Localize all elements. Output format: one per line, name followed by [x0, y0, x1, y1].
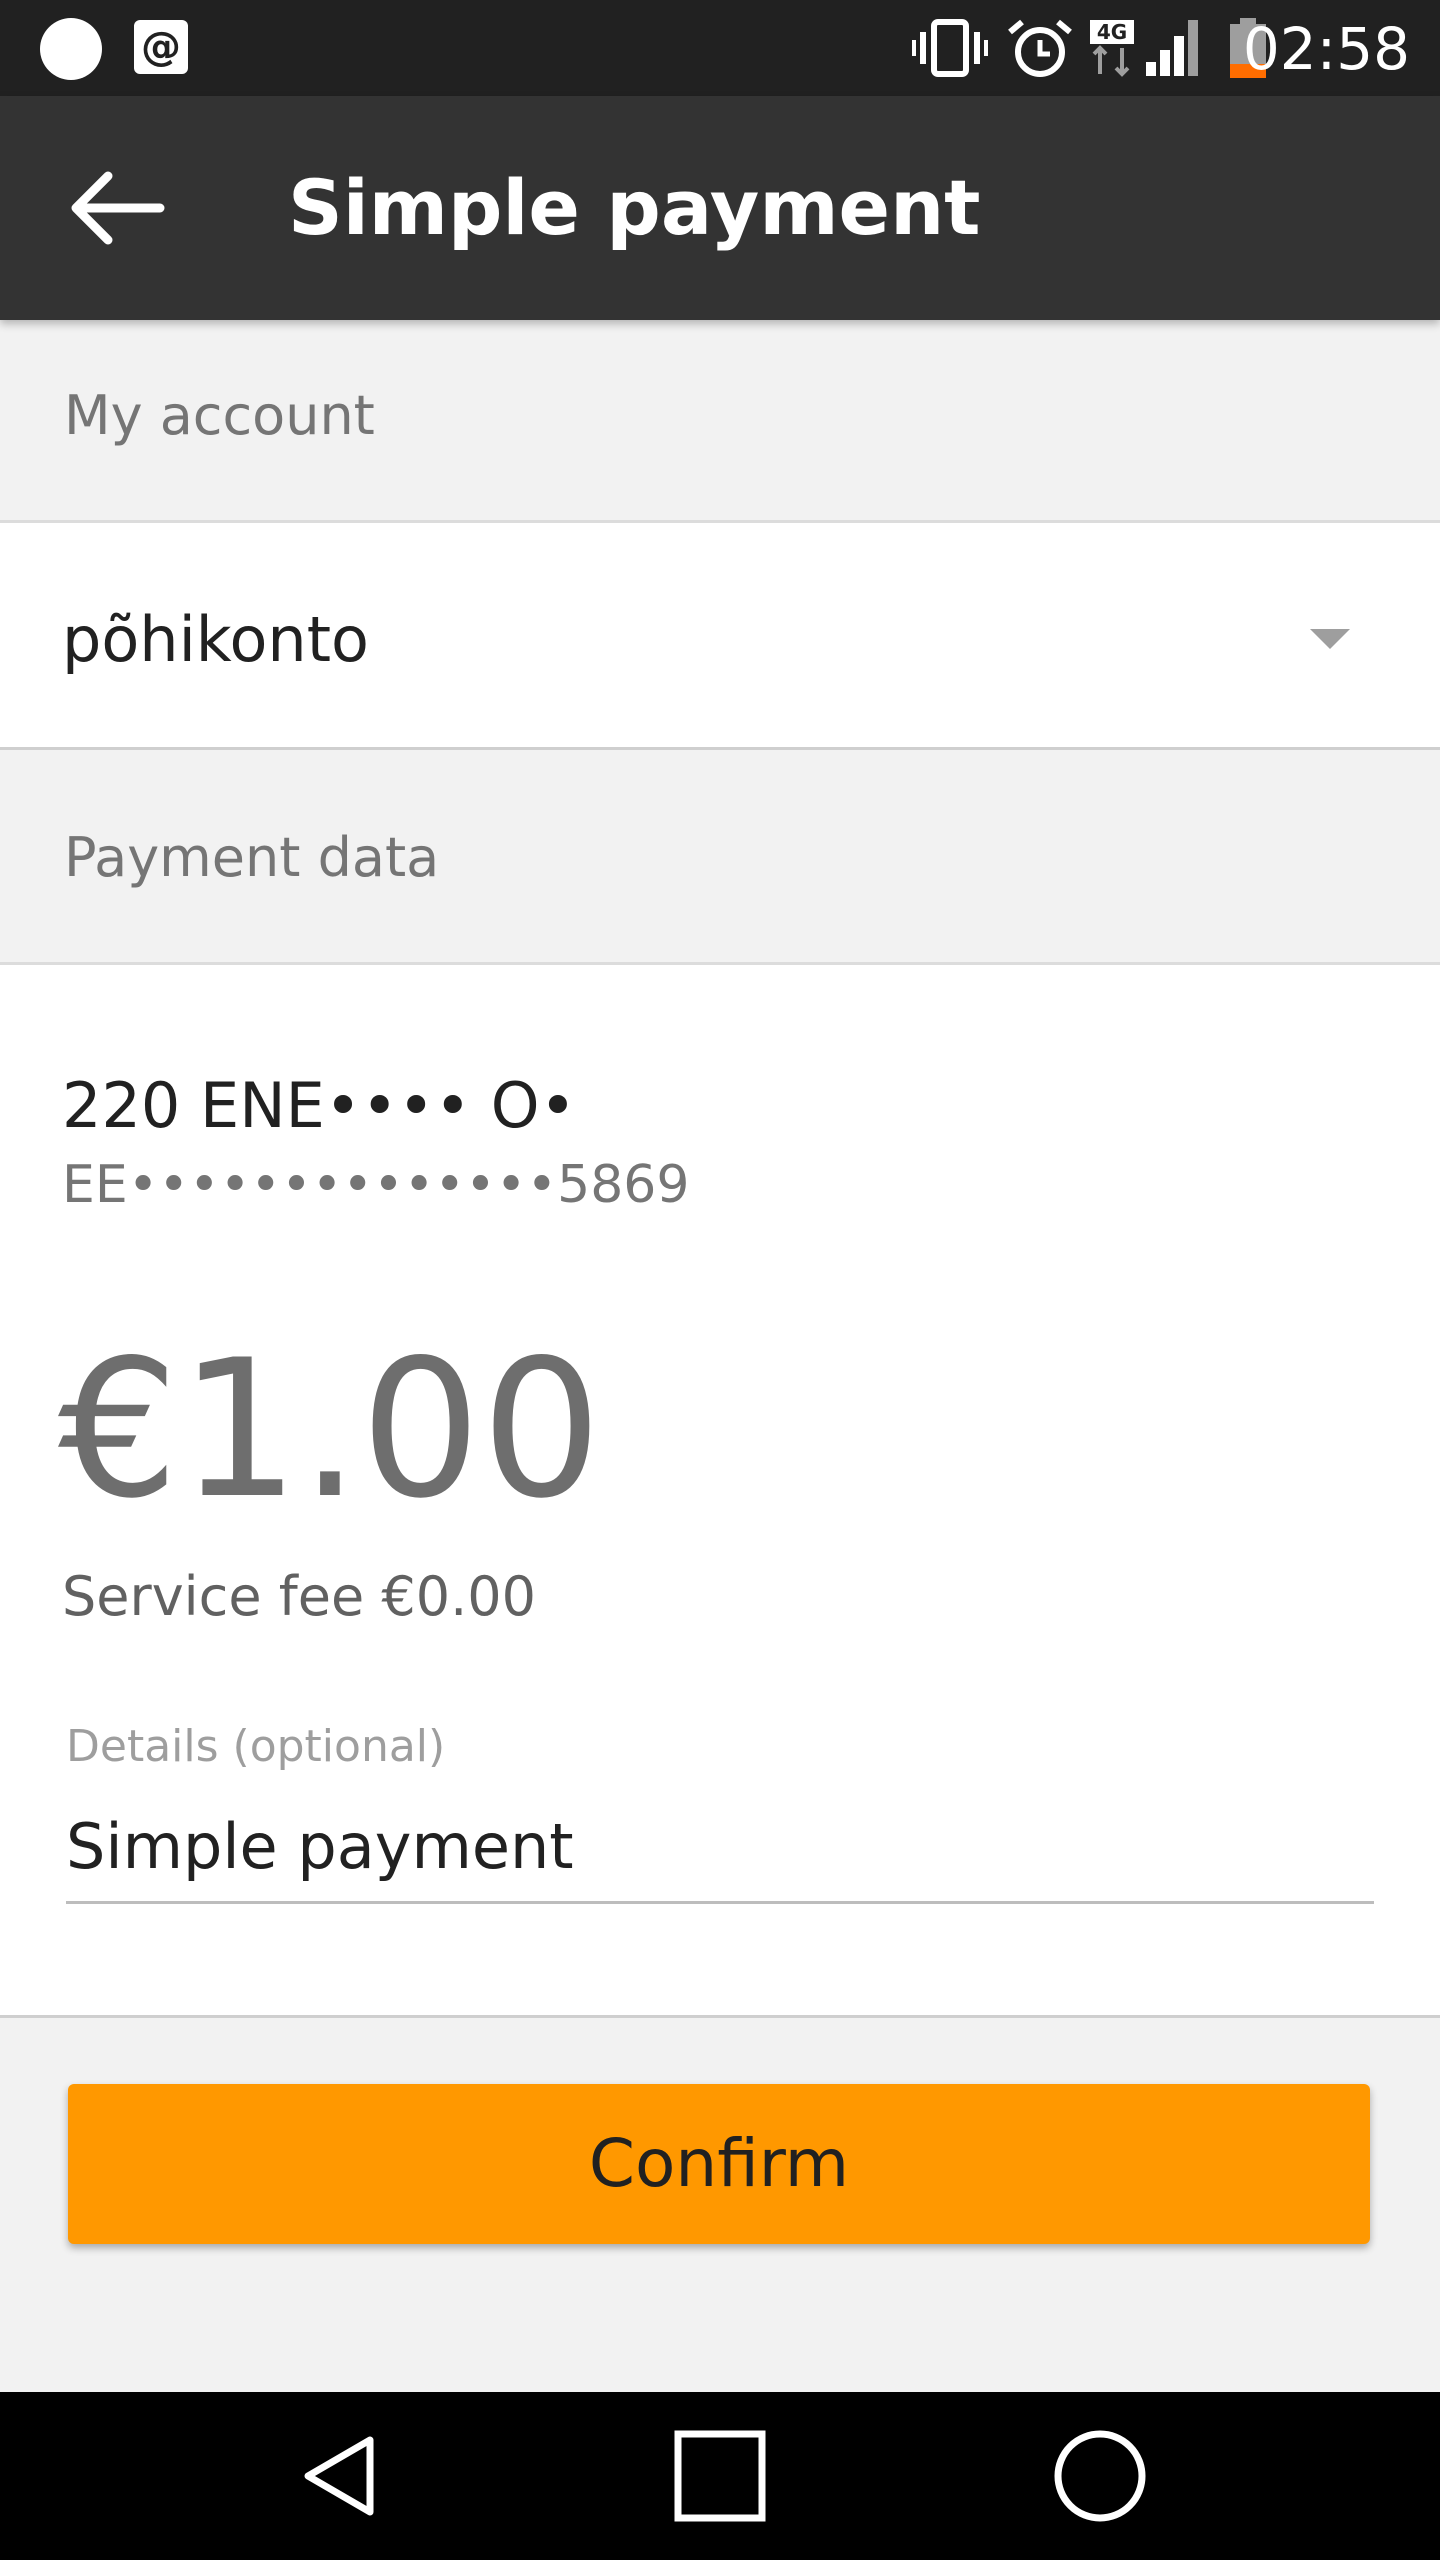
payment-data-card: 220 ENE•••• O• EE••••••••••••••5869 €1.0…: [0, 962, 1440, 2018]
page-title: Simple payment: [288, 163, 981, 252]
vibrate-icon: [912, 19, 988, 77]
email-at-icon: @: [134, 20, 188, 74]
app-toolbar: Simple payment: [0, 96, 1440, 320]
account-select[interactable]: põhikonto: [0, 520, 1440, 750]
account-select-value: põhikonto: [62, 603, 369, 676]
navigation-bar: [0, 2392, 1440, 2560]
network-4g-icon: 4G: [1090, 20, 1134, 77]
details-label: Details (optional): [66, 1721, 446, 1772]
status-time: 02:58: [1242, 15, 1410, 83]
nav-home-icon[interactable]: [1050, 2426, 1150, 2526]
arrow-back-icon[interactable]: [60, 148, 180, 268]
payment-amount: €1.00: [58, 1319, 602, 1540]
service-fee: Service fee €0.00: [62, 1565, 536, 1628]
status-bar: @ 4G 02:58: [0, 0, 1440, 96]
recipient-iban: EE••••••••••••••5869: [62, 1155, 690, 1215]
notification-dot-icon: [40, 18, 102, 80]
signal-icon: [1146, 20, 1198, 76]
my-account-label: My account: [64, 384, 375, 447]
nav-back-icon[interactable]: [292, 2426, 392, 2526]
recipient-name: 220 ENE•••• O•: [62, 1069, 577, 1142]
chevron-down-icon: [1310, 629, 1350, 649]
nav-recents-icon[interactable]: [670, 2426, 770, 2526]
alarm-icon: [1008, 19, 1072, 77]
payment-data-label: Payment data: [64, 826, 440, 889]
details-input[interactable]: [66, 1791, 1374, 1904]
svg-text:4G: 4G: [1097, 20, 1127, 44]
confirm-button[interactable]: Confirm: [68, 2084, 1370, 2244]
